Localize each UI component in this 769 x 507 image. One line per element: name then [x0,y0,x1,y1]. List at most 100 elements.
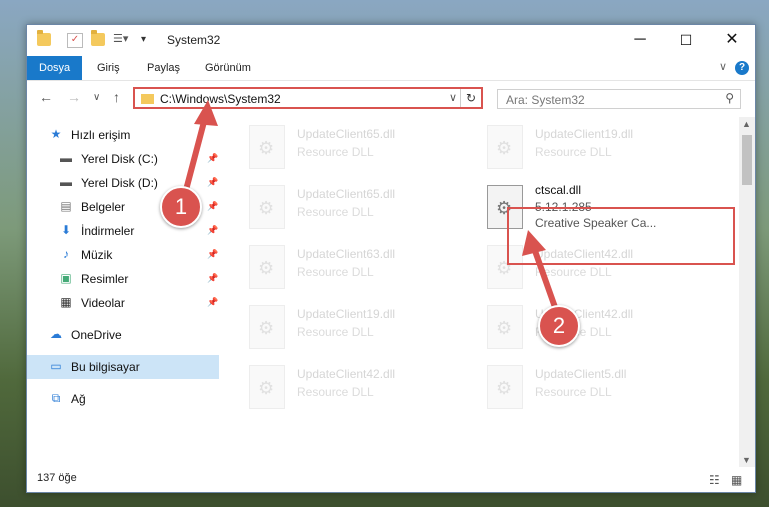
sidebar-item-pictures[interactable]: ▣ Resimler 📌 [27,267,219,291]
computer-icon: ▭ [50,359,62,373]
sidebar-item-label: Belgeler [81,200,126,214]
help-icon[interactable]: ? [735,61,749,75]
tab-home[interactable]: Giriş [97,56,120,80]
star-icon: ★ [50,127,62,141]
dll-file-icon [249,305,285,349]
dll-file-icon [249,245,285,289]
file-name: UpdateClient63.dll [297,247,396,261]
ribbon-tabs: Dosya Giriş Paylaş Görünüm ∨ ? [27,56,755,81]
sidebar-item-quick-access[interactable]: ★ Hızlı erişim [27,123,219,147]
dll-file-icon [487,305,523,349]
refresh-icon[interactable]: ↻ [460,89,481,107]
file-item[interactable]: UpdateClient65.dll Resource DLL [249,183,469,231]
cloud-icon: ☁ [50,327,62,341]
file-name: UpdateClient19.dll [535,127,634,141]
explorer-window: ✓ ☰▾ ▾ System32 ─ ☐ ✕ Dosya Giriş Paylaş… [26,24,756,493]
sidebar-item-videos[interactable]: ▦ Videolar 📌 [27,291,219,315]
step-badge-1: 1 [160,186,202,228]
details-view-icon[interactable]: ☷ [709,473,720,487]
tab-share[interactable]: Paylaş [147,56,180,80]
dll-file-icon [487,125,523,169]
sidebar-item-music[interactable]: ♪ Müzik 📌 [27,243,219,267]
tab-view[interactable]: Görünüm [205,56,251,80]
file-description: Resource DLL [297,325,374,339]
properties-icon[interactable]: ✓ [67,33,83,48]
file-description: Resource DLL [535,385,612,399]
folder-icon [141,94,154,104]
network-icon: ⧉ [51,391,61,405]
file-description: Resource DLL [297,205,374,219]
search-icon[interactable]: ⚲ [725,91,734,105]
address-bar[interactable]: C:\Windows\System32 ∨ ↻ [133,87,483,109]
videos-icon: ▦ [60,295,72,309]
file-item[interactable]: UpdateClient63.dll Resource DLL [249,243,469,291]
sidebar-item-this-pc[interactable]: ▭ Bu bilgisayar [27,355,219,379]
sidebar-item-label: OneDrive [71,328,122,342]
file-description: Resource DLL [535,145,612,159]
status-bar: 137 öğe ☷ ▦ [27,467,755,491]
file-item[interactable]: UpdateClient65.dll Resource DLL [249,123,469,171]
sidebar-item-label: Hızlı erişim [71,128,131,142]
pin-icon[interactable]: 📌 [207,153,218,164]
address-dropdown-icon[interactable]: ∨ [449,91,457,104]
file-name: ctscal.dll [535,183,582,197]
dll-file-icon [249,365,285,409]
sidebar-item-onedrive[interactable]: ☁ OneDrive [27,323,219,347]
downloads-icon: ⬇ [60,223,72,237]
file-name: UpdateClient65.dll [297,187,396,201]
window-title: System32 [167,33,221,47]
file-item[interactable]: UpdateClient19.dll Resource DLL [249,303,469,351]
pin-icon[interactable]: 📌 [207,297,218,308]
file-name: UpdateClient42.dll [297,367,396,381]
search-input[interactable]: Ara: System32 ⚲ [497,89,741,109]
address-path[interactable]: C:\Windows\System32 [160,92,281,106]
drive-icon: ▬ [60,175,72,189]
minimize-button[interactable]: ─ [617,25,663,55]
pin-icon[interactable]: 📌 [207,273,218,284]
file-description: Resource DLL [297,265,374,279]
file-list: UpdateClient65.dll Resource DLL UpdateCl… [221,117,739,467]
dll-file-icon [249,185,285,229]
drive-icon: ▬ [60,151,72,165]
tab-file[interactable]: Dosya [27,56,83,80]
vertical-scrollbar[interactable]: ▲ ▼ [739,117,755,467]
customize-toolbar-icon[interactable]: ☰▾ [113,33,128,46]
music-icon: ♪ [63,247,69,261]
pin-icon[interactable]: 📌 [207,249,218,260]
file-item[interactable]: UpdateClient42.dll Resource DLL [249,363,469,411]
title-bar: ✓ ☰▾ ▾ System32 ─ ☐ ✕ [27,25,755,55]
dll-file-icon [487,365,523,409]
scrollbar-thumb[interactable] [742,135,752,185]
documents-icon: ▤ [60,199,72,213]
forward-button[interactable]: → [67,89,81,105]
back-button[interactable]: ← [39,89,53,105]
scroll-up-icon[interactable]: ▲ [742,119,751,129]
file-item[interactable]: UpdateClient42.dll Resource DLL [487,303,707,351]
pin-icon[interactable]: 📌 [207,225,218,236]
sidebar-item-local-disk-c[interactable]: ▬ Yerel Disk (C:) 📌 [27,147,219,171]
file-description: Resource DLL [297,385,374,399]
close-button[interactable]: ✕ [709,25,755,55]
maximize-button[interactable]: ☐ [663,25,709,55]
up-button[interactable]: ↑ [113,89,120,105]
recent-locations-icon[interactable]: ∨ [93,92,100,103]
file-name: UpdateClient19.dll [297,307,396,321]
expand-ribbon-icon[interactable]: ∨ [719,60,727,73]
sidebar-item-label: Müzik [81,248,113,262]
large-icons-view-icon[interactable]: ▦ [731,473,742,487]
navigation-pane: ★ Hızlı erişim ▬ Yerel Disk (C:) 📌 ▬ Yer… [27,117,219,465]
pictures-icon: ▣ [60,271,72,285]
sidebar-item-label: Yerel Disk (C:) [81,152,158,166]
pin-icon[interactable]: 📌 [207,201,218,212]
sidebar-item-network[interactable]: ⧉ Ağ [27,387,219,411]
qat-dropdown-icon[interactable]: ▾ [141,33,155,46]
dll-file-icon [249,125,285,169]
folder-icon [37,30,51,46]
file-item[interactable]: UpdateClient5.dll Resource DLL [487,363,707,411]
file-item[interactable]: UpdateClient19.dll Resource DLL [487,123,707,171]
new-folder-icon[interactable] [91,30,105,46]
file-name: UpdateClient65.dll [297,127,396,141]
scroll-down-icon[interactable]: ▼ [742,455,751,465]
sidebar-item-label: Videolar [81,296,125,310]
pin-icon[interactable]: 📌 [207,177,218,188]
